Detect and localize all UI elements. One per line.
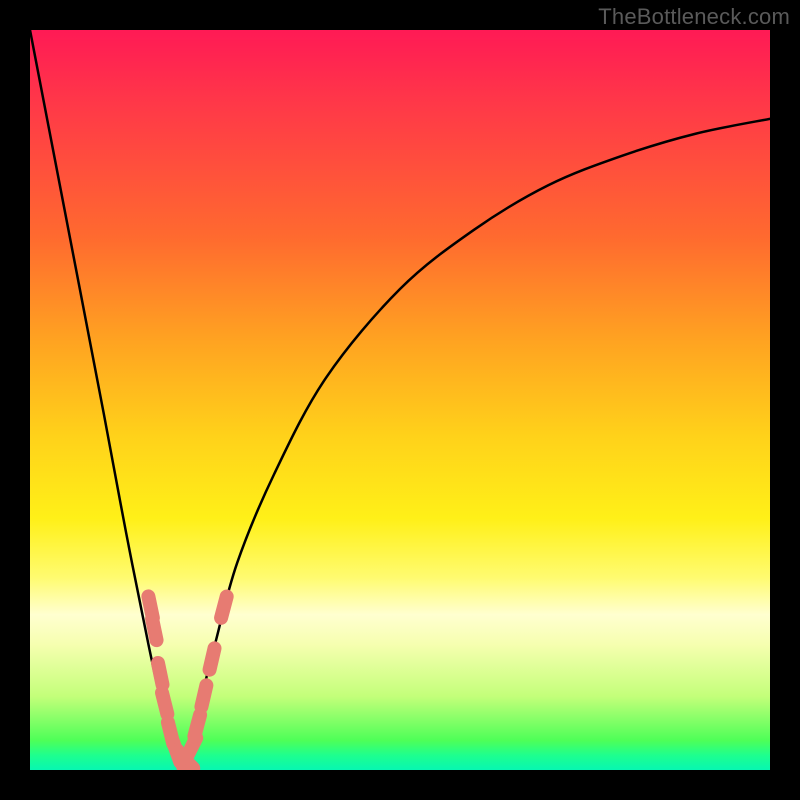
bottleneck-curve [30, 30, 770, 763]
curve-marker [201, 685, 206, 706]
curve-marker [210, 648, 215, 669]
curve-layer [30, 30, 770, 770]
chart-frame: TheBottleneck.com [0, 0, 800, 800]
plot-area [30, 30, 770, 770]
curve-marker [162, 693, 167, 714]
curve-marker [158, 663, 162, 685]
curve-marker [194, 715, 200, 736]
watermark-label: TheBottleneck.com [598, 4, 790, 30]
curve-marker [221, 597, 227, 618]
curve-marker [152, 619, 156, 641]
bottleneck-curve-path [30, 30, 770, 763]
curve-markers [148, 596, 226, 770]
